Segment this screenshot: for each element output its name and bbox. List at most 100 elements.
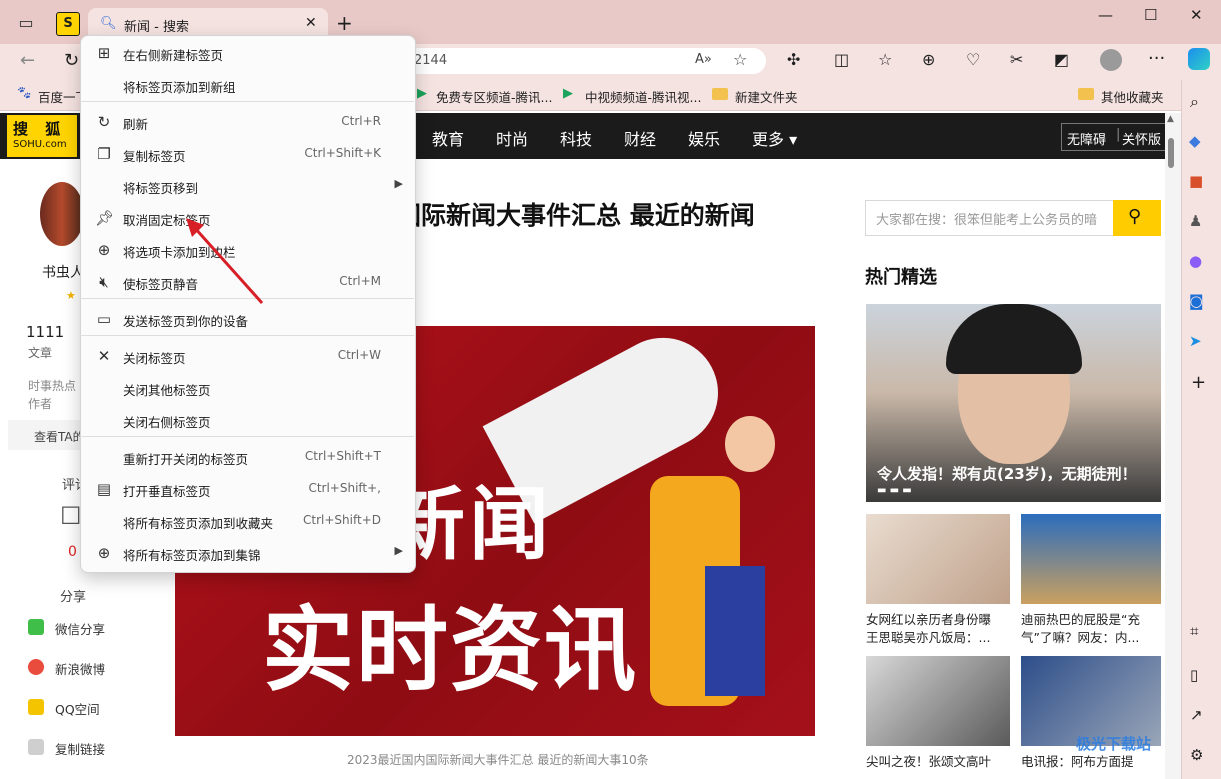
context-menu-item[interactable]: 将标签页添加到新组 (81, 70, 415, 100)
favorite-star-icon[interactable]: ☆ (733, 50, 747, 69)
submenu-arrow-icon: ▶ (394, 177, 403, 190)
extensions-icon[interactable]: ✣ (787, 50, 800, 69)
menu-item-shortcut: Ctrl+R (341, 114, 381, 128)
sidebar-outlook-icon[interactable]: ◙ (1189, 292, 1204, 310)
top-story-title[interactable]: 令人发指！郑有贞(23岁)，无期徒刑！ (877, 463, 1137, 484)
more-menu-icon[interactable]: ··· (1148, 48, 1165, 69)
sidebar-add-button[interactable]: + (1191, 372, 1206, 393)
qzone-icon (28, 699, 44, 715)
sidebar-tools-icon[interactable]: ■ (1189, 172, 1203, 190)
author-avatar[interactable] (40, 182, 84, 246)
link-icon (28, 739, 44, 755)
performance-icon[interactable]: ♡ (966, 50, 980, 69)
nav-item[interactable]: 教育 (432, 126, 464, 150)
read-aloud-icon[interactable]: A» (695, 52, 712, 67)
carousel-dots[interactable]: ▬ ▬ ▬ (877, 485, 912, 496)
sidebar-settings-icon[interactable]: ⚙ (1190, 746, 1203, 764)
back-button[interactable]: ← (20, 50, 35, 71)
close-window-button[interactable]: ✕ (1190, 6, 1203, 24)
wechat-icon (28, 619, 44, 635)
refresh-icon: ↻ (97, 113, 111, 131)
logo-domain: SOHU.com (13, 139, 67, 150)
share-copy-link[interactable]: 复制链接 (55, 739, 105, 758)
scroll-thumb[interactable] (1168, 138, 1174, 168)
article-label: 文章 (28, 346, 53, 360)
nav-more[interactable]: 更多 ▾ (752, 126, 797, 150)
copilot-icon[interactable] (1188, 48, 1210, 70)
bookmark-item[interactable]: 免费专区频道-腾讯... (436, 87, 552, 106)
sidebar-tag-icon[interactable]: ◆ (1189, 132, 1201, 150)
menu-item-shortcut: Ctrl+Shift+K (304, 146, 381, 160)
close-icon: ✕ (97, 347, 111, 365)
context-menu-item[interactable]: 关闭右侧标签页 (81, 405, 415, 435)
sidebar-games-icon[interactable]: ♟ (1189, 212, 1202, 230)
nav-item[interactable]: 财经 (624, 126, 656, 150)
sidebar-open-icon[interactable]: ↗ (1190, 706, 1203, 724)
story-title[interactable]: 尖叫之夜！张颂文高叶 (866, 751, 991, 770)
sidebar-send-icon[interactable]: ➤ (1189, 332, 1202, 350)
context-menu-item[interactable]: 关闭其他标签页 (81, 373, 415, 403)
bookmark-item[interactable]: 中视频频道-腾讯视... (585, 87, 701, 106)
maximize-button[interactable]: ☐ (1144, 6, 1157, 24)
care-mode-link[interactable]: 关怀版 (1122, 129, 1161, 148)
figure-legs-shape (705, 566, 765, 696)
menu-item-label: 将所有标签页添加到集锦 (123, 548, 261, 563)
context-menu-item[interactable]: ⊕ 将所有标签页添加到集锦 ▶ (81, 538, 415, 568)
favorites-icon[interactable]: ☆ (878, 50, 892, 69)
nav-item[interactable]: 时尚 (496, 126, 528, 150)
author-name[interactable]: 书虫人 (42, 262, 84, 282)
menu-separator (80, 436, 414, 437)
figure-head-shape (725, 416, 775, 472)
story-title[interactable]: 王思聪吴亦凡饭局：... (866, 627, 990, 646)
tencent-video-icon: ▶ (417, 86, 427, 101)
minimize-button[interactable]: — (1098, 6, 1113, 24)
story-title[interactable]: 女网红以亲历者身份曝 (866, 609, 991, 628)
page-scrollbar[interactable] (1165, 113, 1181, 779)
story-title[interactable]: 迪丽热巴的屁股是“充 (1021, 609, 1140, 628)
comment-icon[interactable]: ☐ (60, 502, 82, 530)
menu-item-label: 关闭右侧标签页 (123, 415, 211, 430)
refresh-button[interactable]: ↻ (64, 50, 79, 71)
tab-close-icon[interactable]: ✕ (305, 15, 317, 31)
nav-item[interactable]: 科技 (560, 126, 592, 150)
context-menu-item[interactable]: 将所有标签页添加到收藏夹 Ctrl+Shift+D (81, 506, 415, 536)
sidebar-add-icon: ⊕ (97, 241, 111, 259)
bookmark-item[interactable]: 新建文件夹 (735, 87, 798, 106)
sohu-logo[interactable]: 搜 狐 SOHU.com (7, 115, 77, 157)
new-tab-button[interactable]: + (336, 11, 353, 35)
story-thumbnail[interactable] (866, 514, 1010, 604)
sidebar-copilot-icon[interactable]: ● (1189, 252, 1202, 270)
pinned-tab-sohu[interactable]: S (56, 12, 80, 36)
other-favorites[interactable]: 其他收藏夹 (1101, 87, 1164, 106)
split-screen-icon[interactable]: ◫ (834, 50, 849, 69)
tab-title: 新闻 - 搜索 (124, 20, 189, 35)
share-qzone[interactable]: QQ空间 (55, 699, 100, 718)
share-wechat[interactable]: 微信分享 (55, 619, 105, 638)
tab-actions-icon[interactable]: ▭ (10, 6, 42, 38)
context-menu-item[interactable]: ⊞ 在右侧新建标签页 (81, 38, 415, 68)
menu-item-shortcut: Ctrl+W (337, 348, 381, 362)
story-thumbnail[interactable] (1021, 514, 1161, 604)
accessibility-link[interactable]: 无障碍 (1067, 129, 1106, 148)
share-weibo[interactable]: 新浪微博 (55, 659, 105, 678)
story-thumbnail[interactable] (866, 656, 1010, 746)
context-menu-item[interactable]: ❐ 复制标签页 Ctrl+Shift+K (81, 139, 415, 169)
context-menu-item[interactable]: ▤ 打开垂直标签页 Ctrl+Shift+, (81, 474, 415, 504)
browser-essentials-icon[interactable]: ◩ (1054, 50, 1069, 69)
profile-avatar[interactable] (1100, 49, 1122, 71)
story-title[interactable]: 气”了嘛？网友：内... (1021, 627, 1139, 646)
scroll-up-arrow[interactable]: ▲ (1167, 114, 1174, 124)
screenshot-icon[interactable]: ✂ (1010, 50, 1023, 69)
annotation-arrow (186, 218, 264, 305)
sidebar-screenshot-icon[interactable]: ⌗ (1190, 622, 1198, 640)
sidebar-layout-icon[interactable]: ▯ (1190, 666, 1198, 684)
context-menu-item[interactable]: 重新打开关闭的标签页 Ctrl+Shift+T (81, 442, 415, 472)
nav-item[interactable]: 娱乐 (688, 126, 720, 150)
context-menu-item[interactable]: ↻ 刷新 Ctrl+R (81, 107, 415, 137)
sidebar-search-icon[interactable]: ⌕ (1190, 92, 1199, 112)
context-menu-item[interactable]: 将标签页移到 ▶ (81, 171, 415, 201)
collections-toolbar-icon[interactable]: ⊕ (922, 50, 935, 69)
context-menu-item[interactable]: ✕ 关闭标签页 Ctrl+W (81, 341, 415, 371)
device-icon: ▭ (96, 310, 112, 328)
vertical-tabs-icon: ▤ (96, 480, 112, 498)
